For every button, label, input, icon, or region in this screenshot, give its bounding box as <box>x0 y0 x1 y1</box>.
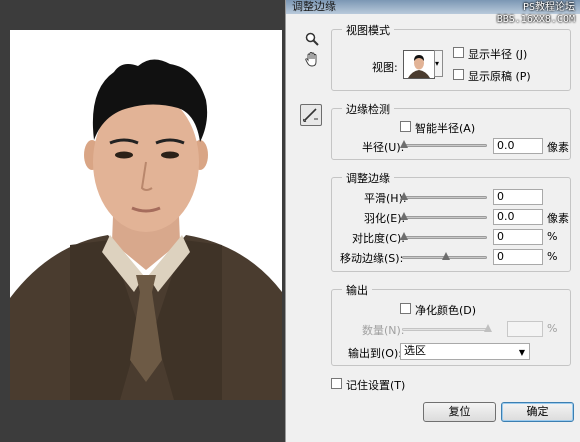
feather-slider[interactable] <box>400 212 487 220</box>
show-original-checkbox[interactable] <box>453 69 464 80</box>
amount-slider[interactable] <box>402 324 492 332</box>
radius-slider[interactable] <box>400 140 487 148</box>
radius-label: 半径(U): <box>362 141 405 154</box>
document-canvas <box>0 0 285 442</box>
output-group: 输出 净化颜色(D) 数量(N): % 输出到(O): 选区 ▼ <box>331 282 571 366</box>
contrast-slider[interactable] <box>400 232 487 240</box>
contrast-unit: % <box>547 230 558 243</box>
output-to-select[interactable]: 选区 ▼ <box>400 343 530 360</box>
contrast-label: 对比度(C): <box>352 232 405 245</box>
zoom-tool-icon[interactable] <box>305 32 319 49</box>
remember-settings-label: 记住设置(T) <box>346 379 406 392</box>
radius-slider-thumb[interactable] <box>400 140 408 148</box>
portrait-photo <box>10 30 282 400</box>
watermark-line-2: BBS.16XX8.COM <box>496 14 575 25</box>
shift-edge-slider-thumb[interactable] <box>442 252 450 260</box>
smooth-slider[interactable] <box>400 192 487 200</box>
view-mode-legend: 视图模式 <box>342 22 394 38</box>
decontaminate-label: 净化颜色(D) <box>415 304 477 317</box>
edge-detection-legend: 边缘检测 <box>342 101 394 117</box>
smart-radius-label: 智能半径(A) <box>415 122 476 135</box>
edge-detection-group: 边缘检测 智能半径(A) 半径(U): 0.0 像素 <box>331 101 571 160</box>
view-dropdown-button[interactable]: ▾ <box>434 50 443 77</box>
amount-unit: % <box>547 322 558 335</box>
chevron-down-icon: ▾ <box>435 59 440 68</box>
ok-button[interactable]: 确定 <box>501 402 574 422</box>
view-thumbnail[interactable] <box>403 50 435 79</box>
contrast-input[interactable]: 0 <box>493 229 543 245</box>
feather-input[interactable]: 0.0 <box>493 209 543 225</box>
output-legend: 输出 <box>342 282 372 298</box>
show-original-label: 显示原稿 (P) <box>468 70 531 83</box>
output-to-value: 选区 <box>404 344 426 357</box>
adjust-edge-group: 调整边缘 平滑(H): 0 羽化(E): 0.0 像素 对比度(C): 0 % … <box>331 170 571 272</box>
adjust-edge-legend: 调整边缘 <box>342 170 394 186</box>
reset-button[interactable]: 复位 <box>423 402 496 422</box>
amount-label: 数量(N): <box>362 324 405 337</box>
remember-settings-checkbox[interactable] <box>331 378 342 389</box>
output-to-label: 输出到(O): <box>348 347 402 360</box>
radius-unit: 像素 <box>547 141 569 154</box>
shift-edge-unit: % <box>547 250 558 263</box>
smart-radius-checkbox[interactable] <box>400 121 411 132</box>
shift-edge-label: 移动边缘(S): <box>340 252 404 265</box>
show-radius-label: 显示半径 (J) <box>468 48 528 61</box>
feather-unit: 像素 <box>547 212 569 225</box>
chevron-down-icon: ▼ <box>518 348 525 357</box>
contrast-slider-thumb[interactable] <box>400 232 408 240</box>
smooth-slider-thumb[interactable] <box>400 192 408 200</box>
feather-slider-thumb[interactable] <box>400 212 408 220</box>
view-label: 视图: <box>372 61 398 74</box>
show-radius-checkbox[interactable] <box>453 47 464 58</box>
watermark-line-1: PS教程论坛 <box>522 2 575 13</box>
smooth-input[interactable]: 0 <box>493 189 543 205</box>
decontaminate-checkbox[interactable] <box>400 303 411 314</box>
amount-slider-thumb[interactable] <box>484 324 492 332</box>
shift-edge-input[interactable]: 0 <box>493 249 543 265</box>
radius-input[interactable]: 0.0 <box>493 138 543 154</box>
refine-radius-tool-icon[interactable] <box>300 104 322 126</box>
watermark: PS教程论坛 BBS.16XX8.COM <box>497 2 575 26</box>
hand-tool-icon[interactable] <box>305 52 319 70</box>
amount-input[interactable] <box>507 321 543 337</box>
shift-edge-slider[interactable] <box>402 252 487 260</box>
refine-edge-dialog: 调整边缘 PS教程论坛 BBS.16XX8.COM 视图模式 视图: ▾ 显示半… <box>285 0 580 442</box>
view-mode-group: 视图模式 视图: ▾ 显示半径 (J) 显示原稿 (P) <box>331 22 571 91</box>
